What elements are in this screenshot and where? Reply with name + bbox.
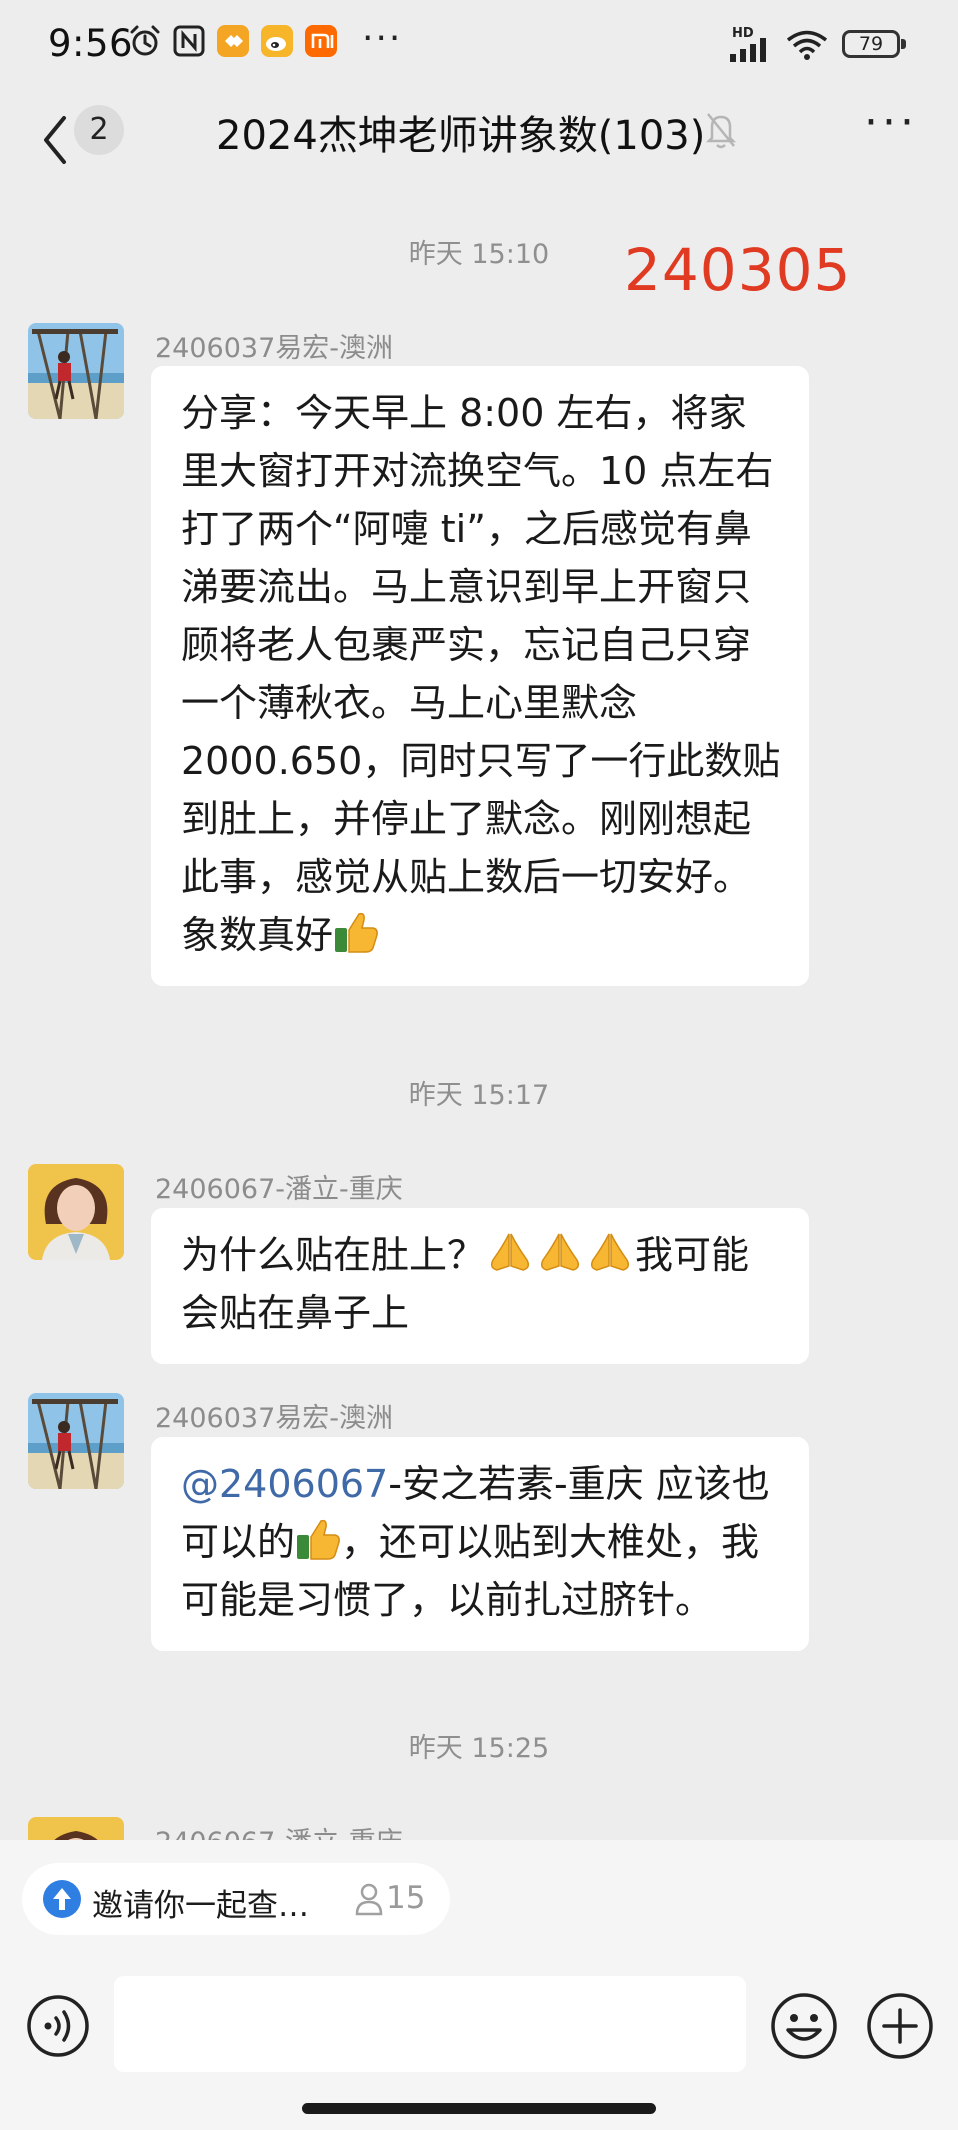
status-bar: 9:56 ··· HD 79: [0, 0, 958, 90]
app-icon: [217, 25, 249, 57]
avatar[interactable]: [28, 1393, 124, 1489]
wifi-icon: [786, 30, 828, 60]
nfc-icon: [173, 25, 205, 57]
timestamp: 昨天 15:17: [408, 1080, 550, 1111]
message-text: 为什么贴在肚上？: [181, 1233, 486, 1277]
sender-name: 2406037易宏-澳洲: [155, 333, 393, 364]
status-time: 9:56: [48, 22, 134, 65]
avatar[interactable]: [28, 323, 124, 419]
mention-link[interactable]: @2406067: [181, 1462, 388, 1506]
sender-name: 2406067-潘立-重庆: [155, 1174, 403, 1205]
invite-count: 15: [386, 1880, 426, 1916]
status-more-dots: ···: [362, 18, 403, 59]
plus-icon[interactable]: [866, 1992, 934, 2060]
more-icon[interactable]: ···: [864, 101, 918, 145]
user-icon: [355, 1883, 383, 1916]
message-bubble[interactable]: @2406067-安之若素-重庆 应该也可以的 ，还可以贴到大椎处，我可能是习惯…: [151, 1437, 809, 1651]
chat-title: 2024杰坤老师讲象数(103): [216, 113, 706, 159]
mi-icon: [305, 25, 337, 57]
home-indicator[interactable]: [302, 2103, 656, 2114]
unread-count-badge[interactable]: 2: [74, 105, 124, 155]
emoji-icon[interactable]: [770, 1992, 838, 2060]
praying-hands-emoji: [490, 1233, 530, 1271]
invite-text[interactable]: 邀请你一起查…: [92, 1880, 309, 1925]
mute-bell-icon: [705, 113, 737, 149]
message-bubble[interactable]: 分享：今天早上 8:00 左右，将家里大窗打开对流换空气。10 点左右打了两个“…: [151, 366, 809, 986]
alarm-icon: [130, 25, 160, 56]
chat-screen: 9:56 ··· HD 79 2 2024杰坤老师讲象数(103) ··· 昨天…: [0, 0, 958, 2130]
message-input[interactable]: [114, 1976, 746, 2072]
back-arrow-icon[interactable]: [36, 112, 76, 168]
avatar[interactable]: [28, 1164, 124, 1260]
signal-icon: [730, 38, 766, 62]
invite-arrow-icon: [43, 1880, 81, 1918]
red-stamp-label: 240305: [624, 236, 852, 304]
praying-hands-emoji: [590, 1233, 630, 1271]
thumbs-up-emoji: [335, 912, 378, 953]
voice-icon[interactable]: [26, 1994, 90, 2058]
praying-hands-emoji: [540, 1233, 580, 1271]
sender-name: 2406037易宏-澳洲: [155, 1403, 393, 1434]
thumbs-up-emoji: [297, 1519, 340, 1560]
message-text: 分享：今天早上 8:00 左右，将家里大窗打开对流换空气。10 点左右打了两个“…: [181, 391, 781, 957]
weibo-icon: [261, 25, 293, 57]
message-bubble[interactable]: 为什么贴在肚上？ 我可能会贴在鼻子上: [151, 1208, 809, 1364]
battery-icon: 79: [842, 30, 906, 58]
timestamp: 昨天 15:25: [408, 1733, 550, 1764]
